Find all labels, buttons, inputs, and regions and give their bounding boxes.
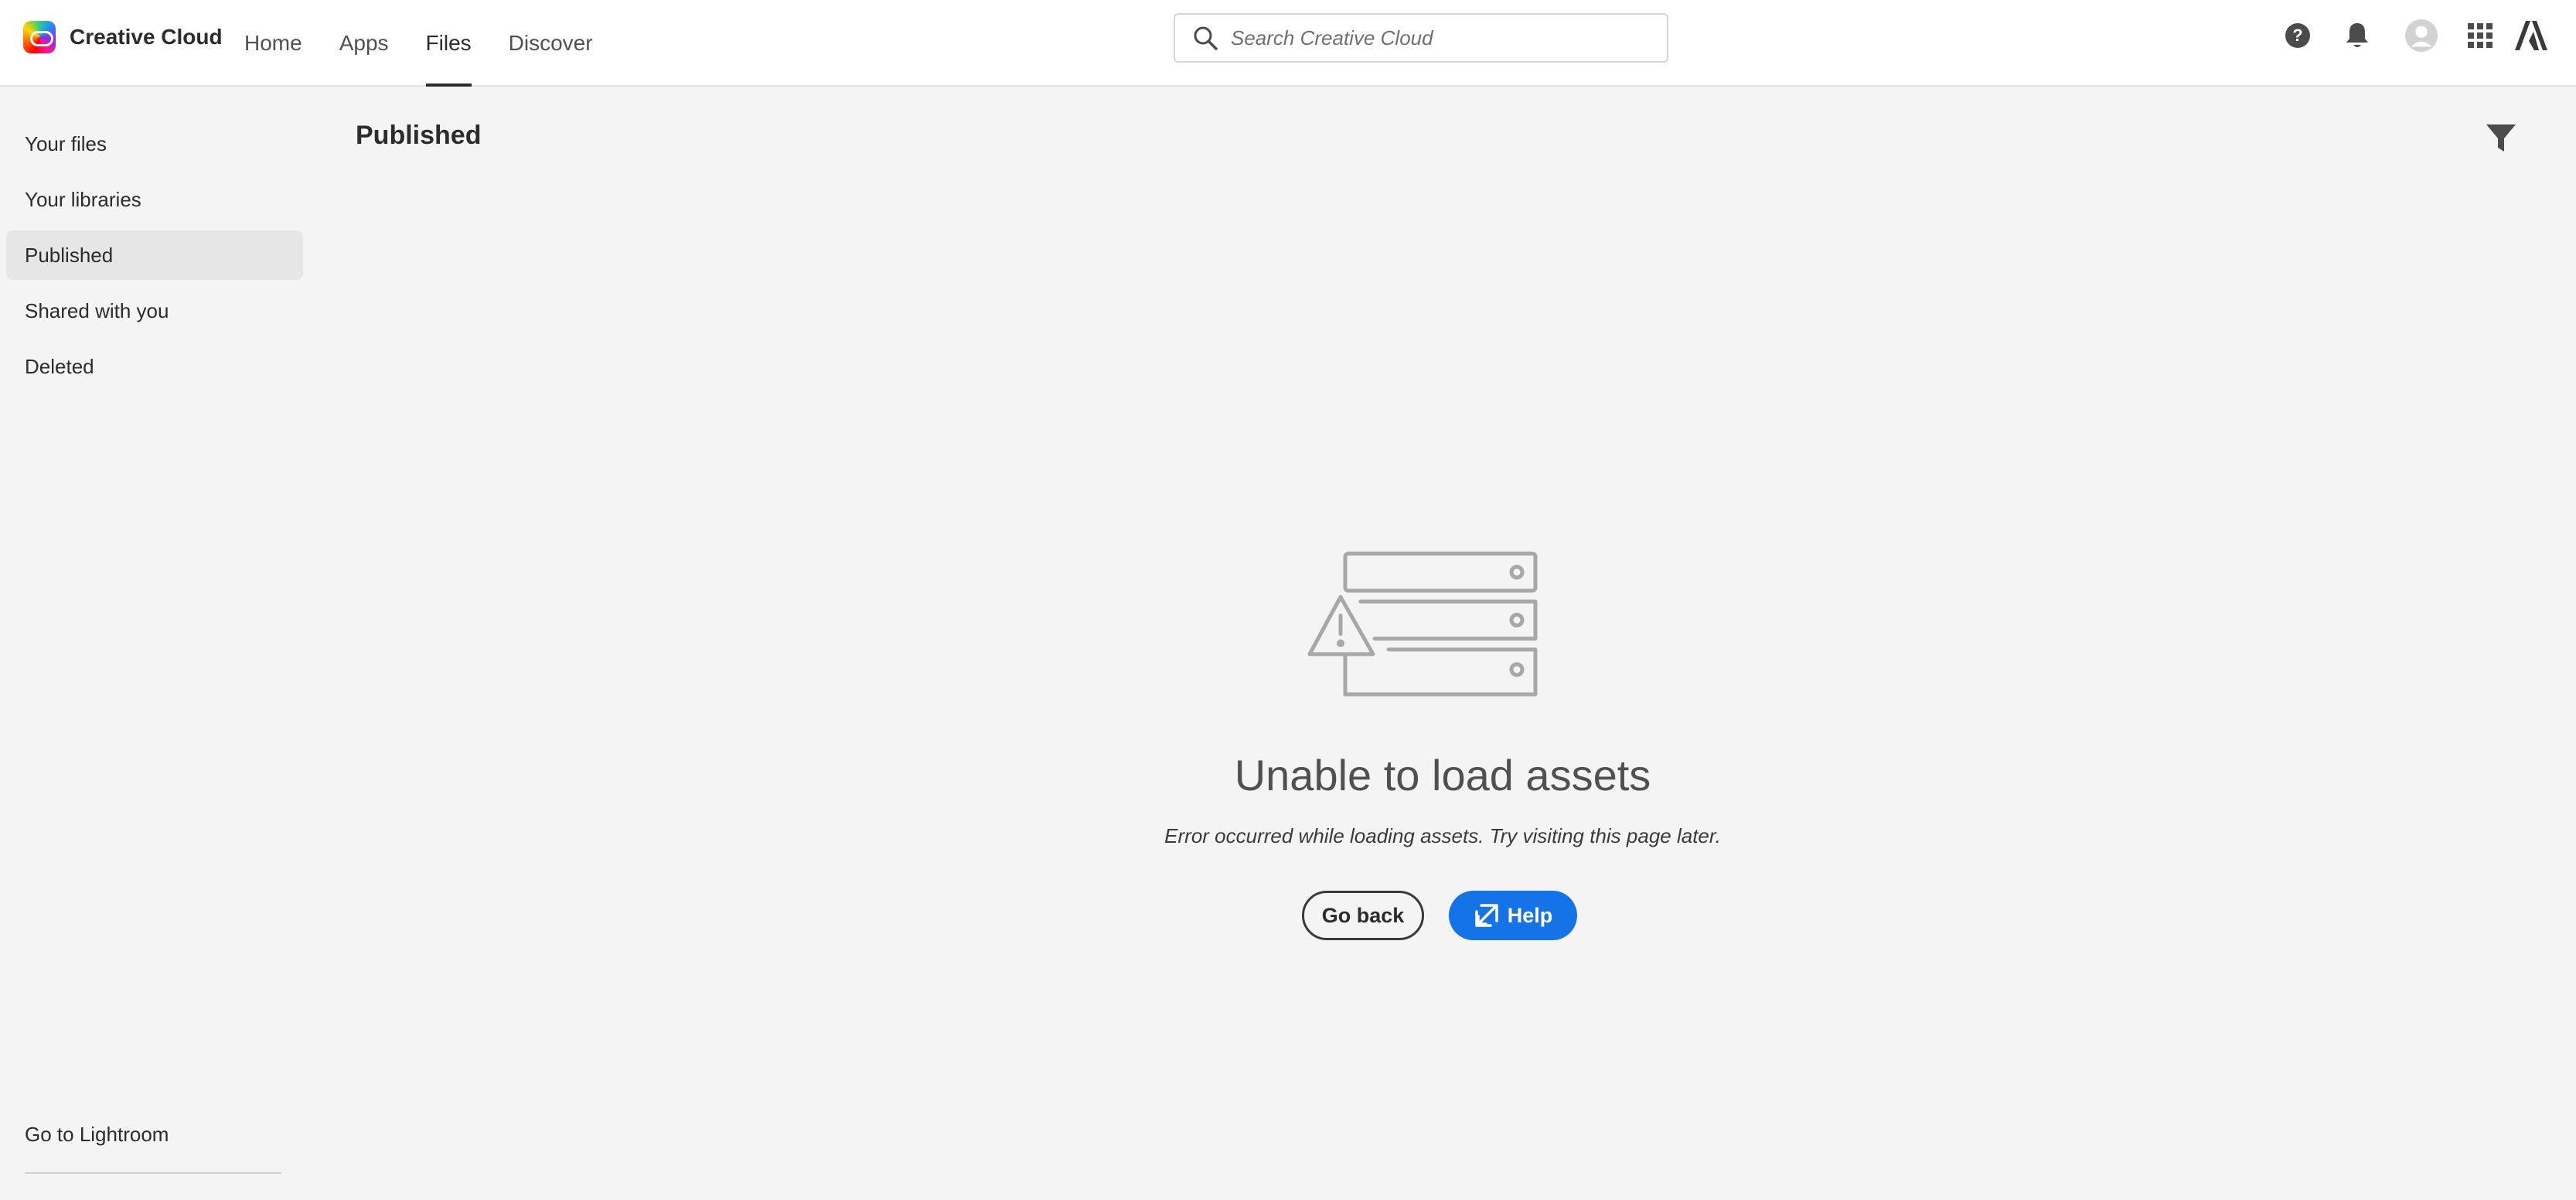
go-back-label: Go back: [1321, 903, 1405, 927]
sidebar-item-deleted[interactable]: Deleted: [6, 342, 303, 391]
bell-icon[interactable]: [2340, 19, 2374, 53]
help-button[interactable]: Help: [1449, 891, 1577, 940]
sidebar-item-your-files[interactable]: Your files: [6, 119, 303, 169]
brand[interactable]: Creative Cloud: [23, 21, 223, 53]
server-warning-icon: [1307, 551, 1548, 706]
search-icon: [1194, 26, 1218, 50]
external-link-icon: [1474, 904, 1498, 927]
top-header: Creative Cloud Home Apps Files Discover …: [0, 0, 2576, 87]
go-back-button[interactable]: Go back: [1302, 891, 1424, 940]
sidebar-item-published[interactable]: Published: [6, 230, 303, 280]
top-nav: Home Apps Files Discover: [244, 0, 630, 87]
search-input[interactable]: [1231, 26, 1648, 50]
sidebar: Your files Your libraries Published Shar…: [0, 87, 309, 1200]
sidebar-item-your-libraries[interactable]: Your libraries: [6, 175, 303, 224]
creative-cloud-logo-icon: [23, 21, 56, 53]
brand-name: Creative Cloud: [70, 25, 223, 49]
help-icon[interactable]: ?: [2281, 19, 2315, 53]
error-title: Unable to load assets: [1234, 751, 1651, 799]
sidebar-divider: [25, 1172, 281, 1174]
nav-files[interactable]: Files: [425, 0, 472, 87]
page-title: Published: [356, 121, 482, 150]
sidebar-item-shared-with-you[interactable]: Shared with you: [6, 286, 303, 336]
go-to-lightroom-link[interactable]: Go to Lightroom: [25, 1123, 169, 1147]
search-bar: [1174, 13, 1668, 63]
nav-home[interactable]: Home: [244, 0, 302, 87]
adobe-logo-icon[interactable]: [2514, 19, 2548, 53]
error-description: Error occurred while loading assets. Try…: [1164, 824, 1721, 847]
filter-icon[interactable]: [2482, 119, 2520, 158]
svg-text:?: ?: [2292, 26, 2302, 45]
nav-apps[interactable]: Apps: [339, 0, 389, 87]
nav-discover[interactable]: Discover: [509, 0, 593, 87]
apps-grid-icon[interactable]: [2463, 19, 2497, 53]
avatar[interactable]: [2404, 19, 2438, 53]
help-label: Help: [1507, 903, 1553, 927]
